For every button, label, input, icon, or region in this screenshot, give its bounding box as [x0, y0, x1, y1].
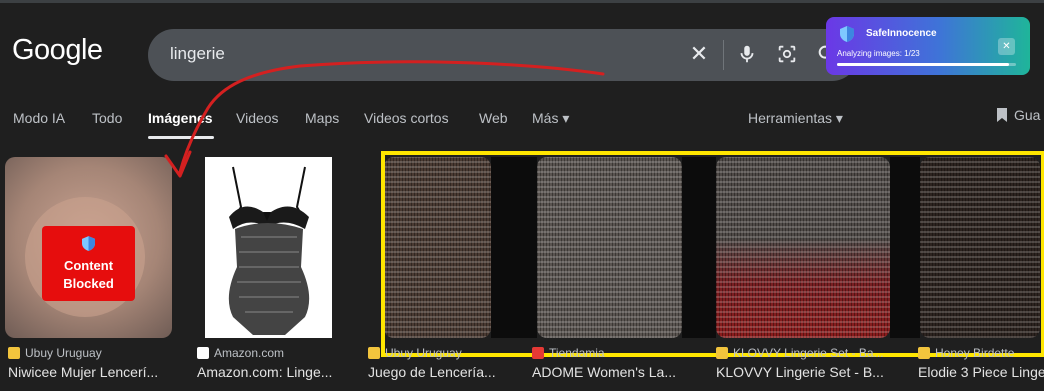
image-result-1[interactable]: Content Blocked [5, 157, 172, 338]
result-title-3[interactable]: Juego de Lencería... [368, 364, 518, 380]
tab-videos[interactable]: Videos [236, 110, 279, 126]
shield-icon [82, 236, 95, 254]
tab-web[interactable]: Web [479, 110, 508, 126]
image-gap [491, 157, 537, 338]
lingerie-product-image [205, 157, 332, 338]
image-result-3[interactable] [384, 157, 491, 338]
microphone-icon[interactable] [736, 43, 758, 70]
obfuscated-image [384, 157, 491, 338]
close-button[interactable]: ✕ [998, 38, 1015, 55]
favicon-icon [532, 347, 544, 359]
image-result-6[interactable] [920, 157, 1040, 338]
tab-modo-ia[interactable]: Modo IA [13, 110, 65, 126]
blocked-line-1: Content [63, 258, 114, 273]
clear-icon[interactable]: ✕ [687, 42, 711, 66]
extension-status: Analyzing images: 1/23 [837, 49, 920, 58]
tab-imagenes[interactable]: Imágenes [148, 110, 213, 126]
bookmark-icon [997, 108, 1007, 122]
saved-label: Gua [1014, 107, 1041, 123]
favicon-icon [716, 347, 728, 359]
progress-track [837, 63, 1016, 66]
obfuscated-image [716, 157, 890, 338]
safeinnocence-popup: SafeInnocence Analyzing images: 1/23 ✕ [826, 17, 1030, 75]
search-tabs: Modo IA Todo Imágenes Videos Maps Videos… [0, 110, 1044, 132]
saved-button[interactable]: Gua [996, 107, 1040, 123]
result-source-3[interactable]: Ubuy Uruguay [368, 346, 462, 360]
result-title-4[interactable]: ADOME Women's La... [532, 364, 692, 380]
result-source-4[interactable]: Tiendamia [532, 346, 605, 360]
source-label: Honey Birdette [935, 346, 1015, 360]
source-label: Amazon.com [214, 346, 285, 360]
favicon-icon [918, 347, 930, 359]
search-bar[interactable]: lingerie ✕ [148, 29, 858, 81]
result-title-1[interactable]: Niwicee Mujer Lencerí... [8, 364, 178, 380]
google-logo[interactable]: Google [12, 34, 103, 67]
tab-mas[interactable]: Más ▾ [532, 110, 569, 127]
result-source-6[interactable]: Honey Birdette [918, 346, 1014, 360]
content-blocked-overlay: Content Blocked [42, 226, 135, 301]
favicon-icon [8, 347, 20, 359]
favicon-icon [368, 347, 380, 359]
image-result-2[interactable] [205, 157, 332, 338]
source-label: Ubuy Uruguay [25, 346, 102, 360]
image-gap [890, 157, 920, 338]
tab-maps[interactable]: Maps [305, 110, 339, 126]
shield-icon [840, 26, 854, 47]
image-result-4[interactable] [537, 157, 682, 338]
favicon-icon [197, 347, 209, 359]
result-title-6[interactable]: Elodie 3 Piece Linge [918, 364, 1044, 380]
result-source-1[interactable]: Ubuy Uruguay [8, 346, 102, 360]
result-source-5[interactable]: KLOVVY Lingerie Set - Ba... [716, 346, 884, 360]
search-input[interactable]: lingerie [170, 44, 225, 64]
result-title-5[interactable]: KLOVVY Lingerie Set - B... [716, 364, 896, 380]
result-title-2[interactable]: Amazon.com: Linge... [197, 364, 347, 380]
tools-button[interactable]: Herramientas ▾ [748, 110, 843, 127]
obfuscated-image [920, 157, 1040, 338]
progress-fill [837, 63, 1009, 66]
source-label: KLOVVY Lingerie Set - Ba... [733, 346, 884, 360]
source-label: Tiendamia [549, 346, 605, 360]
tab-todo[interactable]: Todo [92, 110, 122, 126]
obfuscated-image [537, 157, 682, 338]
search-divider [723, 40, 724, 70]
result-source-2[interactable]: Amazon.com [197, 346, 284, 360]
tab-videos-cortos[interactable]: Videos cortos [364, 110, 449, 126]
blocked-line-2: Blocked [63, 276, 114, 291]
extension-name: SafeInnocence [866, 28, 937, 39]
lens-icon[interactable] [776, 43, 798, 70]
image-gap [682, 157, 716, 338]
image-result-5[interactable] [716, 157, 890, 338]
active-tab-indicator [148, 136, 214, 139]
top-border [0, 0, 1044, 3]
source-label: Ubuy Uruguay [385, 346, 462, 360]
